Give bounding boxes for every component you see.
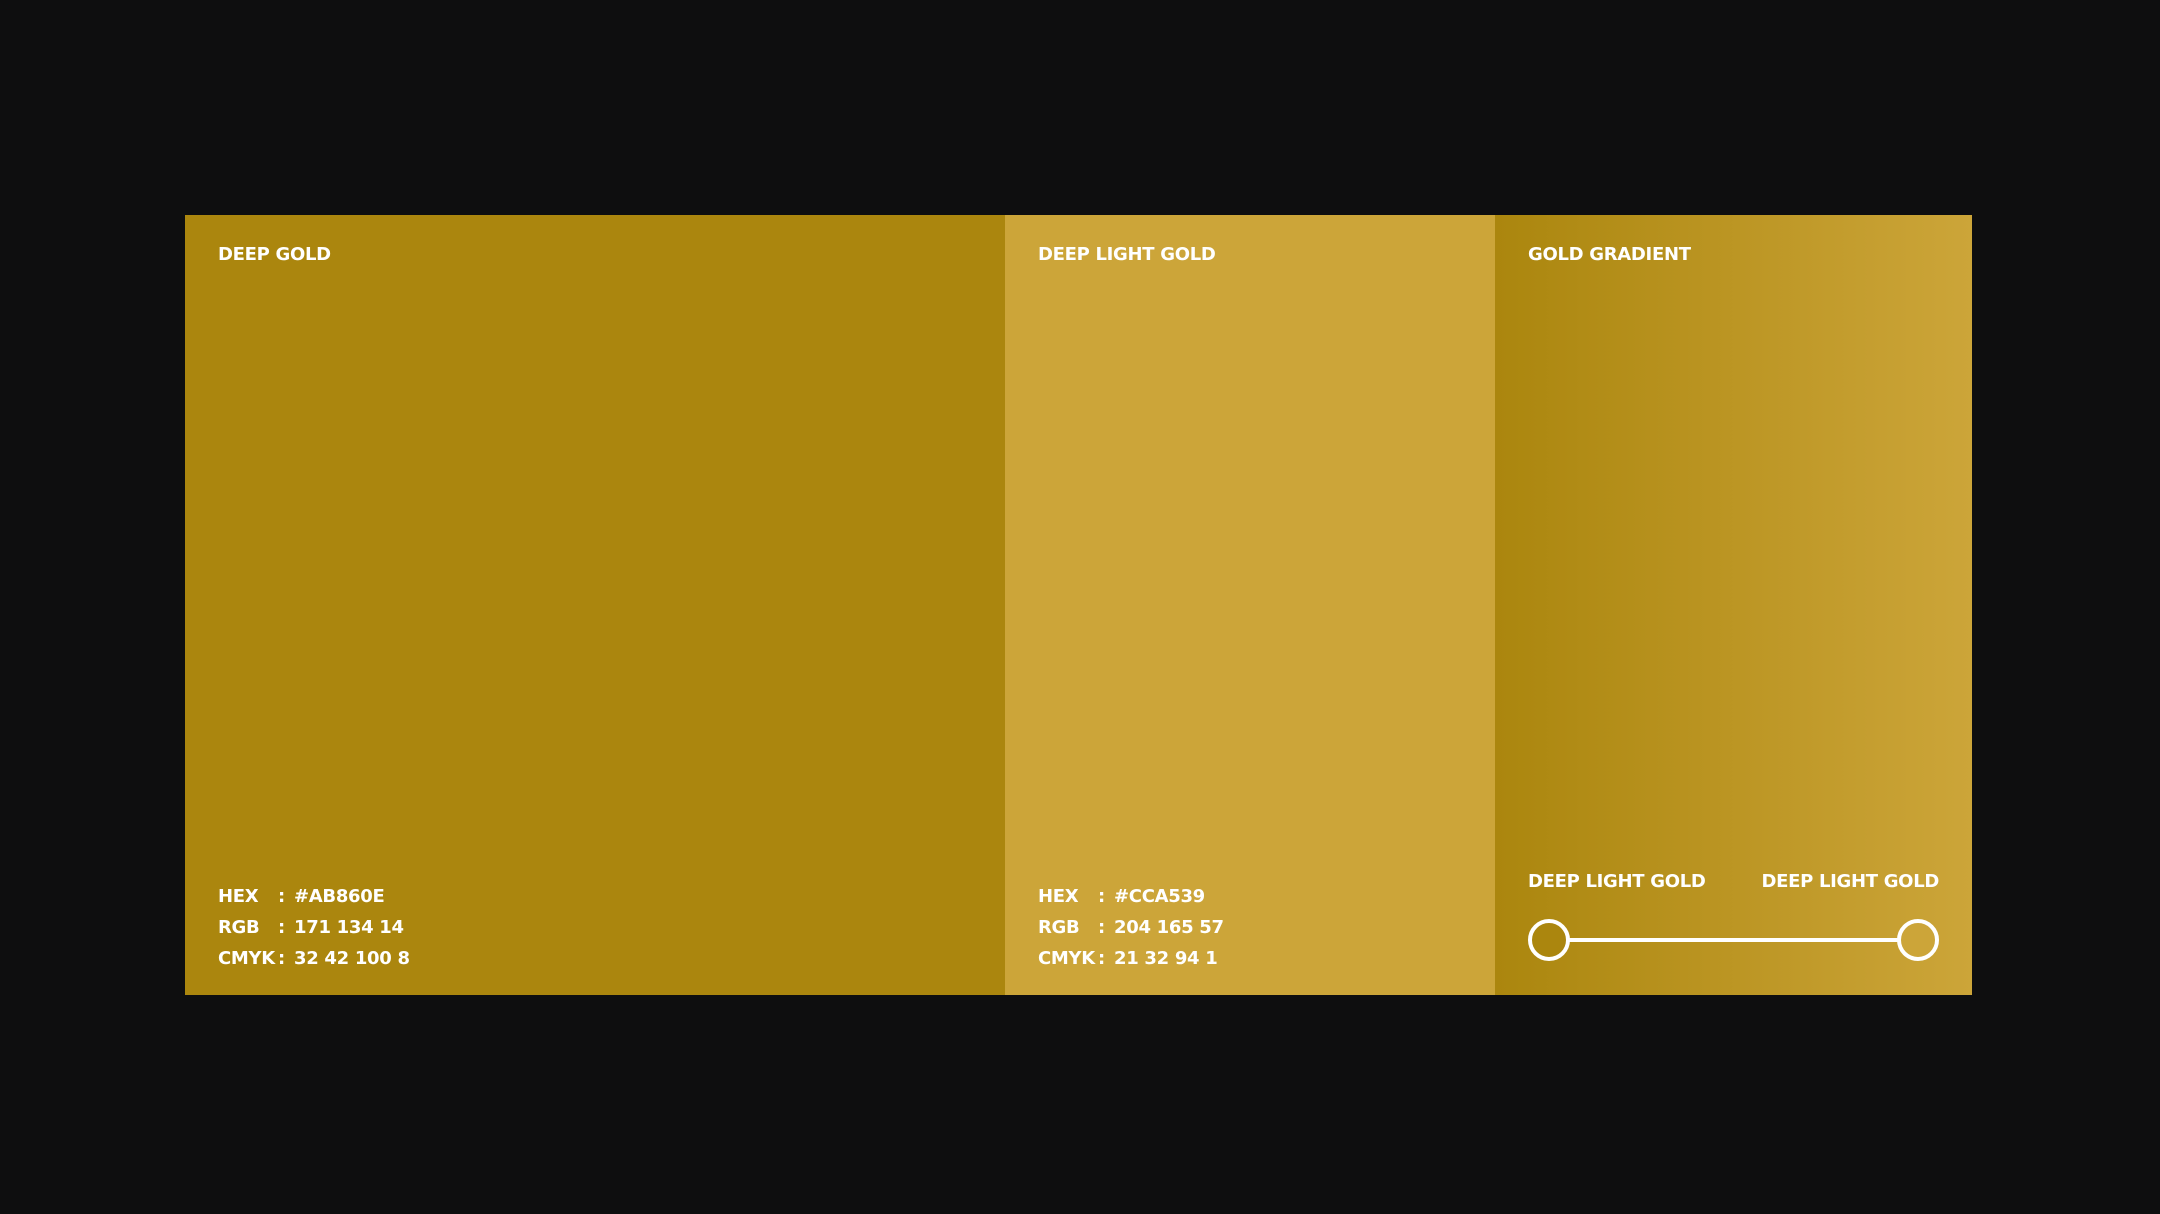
gradient-end-label: DEEP LIGHT GOLD bbox=[1761, 871, 1939, 892]
gradient-stop-labels: DEEP LIGHT GOLD DEEP LIGHT GOLD bbox=[1528, 871, 1939, 892]
separator: : bbox=[1098, 917, 1105, 938]
swatch-deep-gold: DEEP GOLD HEX : #AB860E RGB : 171 134 14… bbox=[185, 215, 1005, 995]
hex-row: HEX : #CCA539 bbox=[1038, 881, 1224, 912]
swatch-deep-light-gold: DEEP LIGHT GOLD HEX : #CCA539 RGB : 204 … bbox=[1005, 215, 1495, 995]
cmyk-row: CMYK : 32 42 100 8 bbox=[218, 943, 410, 974]
rgb-label: RGB bbox=[218, 917, 260, 938]
color-specs: HEX : #AB860E RGB : 171 134 14 CMYK : 32… bbox=[218, 881, 410, 974]
color-palette: DEEP GOLD HEX : #AB860E RGB : 171 134 14… bbox=[185, 215, 1972, 995]
cmyk-label: CMYK bbox=[218, 948, 275, 969]
hex-label: HEX bbox=[1038, 886, 1079, 907]
gradient-slider bbox=[1528, 919, 1939, 961]
separator: : bbox=[1098, 948, 1105, 969]
gradient-end-handle bbox=[1897, 919, 1939, 961]
swatch-title: DEEP GOLD bbox=[218, 244, 331, 265]
rgb-value: 171 134 14 bbox=[294, 917, 404, 938]
rgb-label: RGB bbox=[1038, 917, 1080, 938]
rgb-value: 204 165 57 bbox=[1114, 917, 1224, 938]
gradient-start-label: DEEP LIGHT GOLD bbox=[1528, 871, 1706, 892]
separator: : bbox=[278, 917, 285, 938]
rgb-row: RGB : 171 134 14 bbox=[218, 912, 410, 943]
swatch-gold-gradient: GOLD GRADIENT DEEP LIGHT GOLD DEEP LIGHT… bbox=[1495, 215, 1972, 995]
separator: : bbox=[1098, 886, 1105, 907]
brand-color-slide: DEEP GOLD HEX : #AB860E RGB : 171 134 14… bbox=[0, 0, 2160, 1214]
color-specs: HEX : #CCA539 RGB : 204 165 57 CMYK : 21… bbox=[1038, 881, 1224, 974]
hex-value: #CCA539 bbox=[1114, 886, 1205, 907]
rgb-row: RGB : 204 165 57 bbox=[1038, 912, 1224, 943]
gradient-track-line bbox=[1548, 938, 1919, 942]
hex-value: #AB860E bbox=[294, 886, 385, 907]
cmyk-label: CMYK bbox=[1038, 948, 1095, 969]
hex-row: HEX : #AB860E bbox=[218, 881, 410, 912]
hex-label: HEX bbox=[218, 886, 259, 907]
separator: : bbox=[278, 886, 285, 907]
gradient-start-handle bbox=[1528, 919, 1570, 961]
swatch-title: DEEP LIGHT GOLD bbox=[1038, 244, 1216, 265]
cmyk-value: 32 42 100 8 bbox=[294, 948, 410, 969]
cmyk-row: CMYK : 21 32 94 1 bbox=[1038, 943, 1224, 974]
separator: : bbox=[278, 948, 285, 969]
cmyk-value: 21 32 94 1 bbox=[1114, 948, 1218, 969]
swatch-title: GOLD GRADIENT bbox=[1528, 244, 1691, 265]
